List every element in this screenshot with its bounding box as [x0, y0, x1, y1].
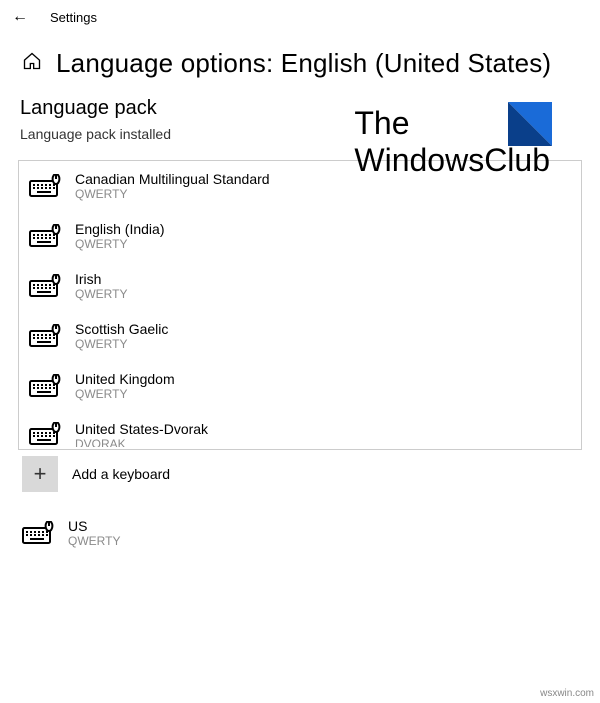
plus-icon: +	[22, 456, 58, 492]
app-name: Settings	[50, 10, 97, 25]
add-keyboard-label: Add a keyboard	[72, 466, 170, 482]
keyboard-item[interactable]: Irish QWERTY	[19, 261, 581, 311]
page-title: Language options: English (United States…	[56, 48, 551, 79]
keyboard-name: US	[68, 518, 120, 534]
add-keyboard-button[interactable]: + Add a keyboard	[18, 450, 582, 498]
keyboard-icon	[29, 324, 61, 348]
keyboard-layout: QWERTY	[68, 534, 120, 548]
keyboard-list-box: Canadian Multilingual Standard QWERTY En…	[18, 160, 582, 450]
keyboard-item[interactable]: US QWERTY	[18, 508, 582, 558]
back-button[interactable]: ←	[12, 8, 28, 26]
home-icon[interactable]	[22, 51, 42, 76]
keyboard-layout: QWERTY	[75, 187, 270, 201]
keyboard-icon	[29, 224, 61, 248]
keyboard-icon	[29, 374, 61, 398]
keyboard-name: English (India)	[75, 221, 165, 237]
keyboard-item[interactable]: English (India) QWERTY	[19, 211, 581, 261]
keyboard-layout: DVORAK	[75, 437, 208, 447]
keyboard-icon	[29, 274, 61, 298]
keyboard-layout: QWERTY	[75, 287, 127, 301]
keyboard-name: United States-Dvorak	[75, 421, 208, 437]
keyboard-layout: QWERTY	[75, 237, 165, 251]
keyboard-item[interactable]: Scottish Gaelic QWERTY	[19, 311, 581, 361]
keyboard-item[interactable]: United States-Dvorak DVORAK	[19, 411, 581, 449]
keyboard-layout: QWERTY	[75, 337, 168, 351]
keyboard-item[interactable]: United Kingdom QWERTY	[19, 361, 581, 411]
keyboard-name: Canadian Multilingual Standard	[75, 171, 270, 187]
language-pack-status: Language pack installed	[0, 126, 600, 160]
keyboard-icon	[29, 174, 61, 198]
keyboard-layout: QWERTY	[75, 387, 175, 401]
keyboard-item[interactable]: Canadian Multilingual Standard QWERTY	[19, 161, 581, 211]
keyboard-icon	[29, 422, 61, 446]
keyboard-name: United Kingdom	[75, 371, 175, 387]
attribution: wsxwin.com	[540, 688, 594, 699]
keyboard-icon	[22, 521, 54, 545]
keyboard-name: Irish	[75, 271, 127, 287]
language-pack-heading: Language pack	[0, 87, 600, 126]
keyboard-name: Scottish Gaelic	[75, 321, 168, 337]
